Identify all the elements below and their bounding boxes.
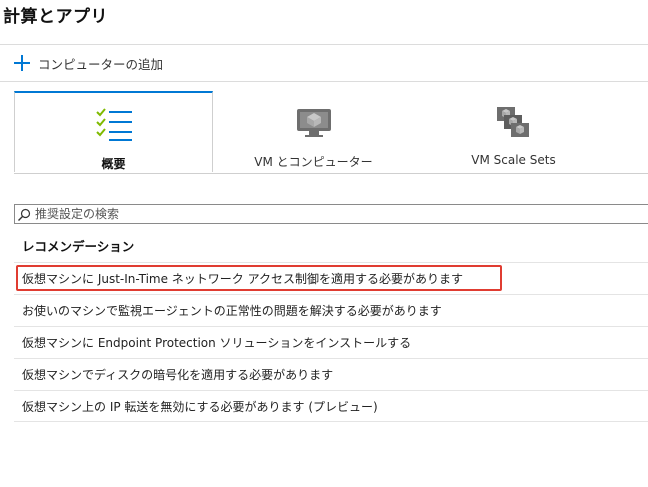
list-item-label: 仮想マシン上の IP 転送を無効にする必要があります (プレビュー) [22,399,378,414]
tab-strip: 概要 VM とコンピューター VM Scale Sets [14,91,648,174]
vm-computer-icon [295,105,333,143]
list-item-label: 仮想マシンでディスクの暗号化を適用する必要があります [22,368,334,382]
vm-scale-sets-icon [495,105,533,147]
tab-vm-scale-sets[interactable]: VM Scale Sets [414,91,613,172]
list-item-label: お使いのマシンで監視エージェントの正常性の問題を解決する必要があります [22,304,442,318]
search-box [14,204,648,224]
tab-vm-scale-sets-label: VM Scale Sets [471,153,556,167]
list-item[interactable]: 仮想マシン上の IP 転送を無効にする必要があります (プレビュー) [14,390,648,422]
overview-checklist-icon [94,107,134,147]
add-computer-label: コンピューターの追加 [38,56,164,72]
list-item-label: 仮想マシンに Endpoint Protection ソリューションをインストー… [22,336,412,350]
recommendations-heading: レコメンデーション [22,239,135,254]
command-bar: コンピューターの追加 [0,44,648,82]
list-item[interactable]: お使いのマシンで監視エージェントの正常性の問題を解決する必要があります [14,294,648,326]
search-icon [17,207,31,221]
tab-overview-label: 概要 [101,157,126,171]
tab-vm-and-computers[interactable]: VM とコンピューター [214,91,413,172]
list-item[interactable]: 仮想マシンでディスクの暗号化を適用する必要があります [14,358,648,390]
list-item-label: 仮想マシンに Just-In-Time ネットワーク アクセス制御を適用する必要… [22,272,464,286]
page-title: 計算とアプリ [3,7,108,27]
tab-vm-and-computers-label: VM とコンピューター [254,155,373,169]
plus-icon [14,55,30,71]
add-computer-button[interactable]: コンピューターの追加 [14,54,163,73]
tab-overview[interactable]: 概要 [14,91,213,172]
recommendations-list: 仮想マシンに Just-In-Time ネットワーク アクセス制御を適用する必要… [14,262,648,422]
list-item[interactable]: 仮想マシンに Just-In-Time ネットワーク アクセス制御を適用する必要… [14,262,648,294]
search-input[interactable] [35,207,615,221]
list-item[interactable]: 仮想マシンに Endpoint Protection ソリューションをインストー… [14,326,648,358]
